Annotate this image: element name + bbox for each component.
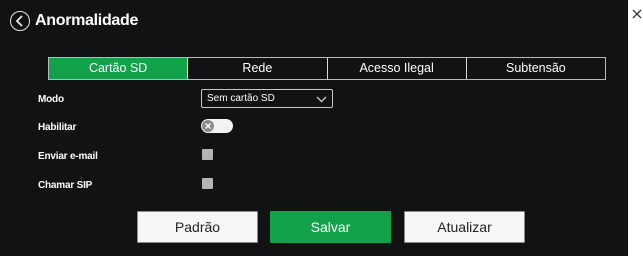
call-sip-label: Chamar SIP: [38, 180, 93, 191]
default-button[interactable]: Padrão: [137, 211, 258, 243]
send-email-label: Enviar e-mail: [38, 151, 98, 162]
toggle-knob: [202, 120, 214, 132]
enable-label: Habilitar: [38, 122, 77, 133]
tab-network[interactable]: Rede: [187, 58, 326, 79]
back-button[interactable]: [10, 11, 30, 31]
call-sip-checkbox[interactable]: [202, 178, 213, 189]
page-title: Anormalidade: [35, 12, 139, 29]
close-button[interactable]: [631, 7, 643, 19]
mode-select-value: Sem cartão SD: [207, 93, 275, 104]
mode-select[interactable]: Sem cartão SD: [201, 89, 333, 108]
close-icon: [632, 9, 642, 19]
save-button[interactable]: Salvar: [270, 211, 391, 243]
tab-bar: Cartão SD Rede Acesso Ilegal Subtensão: [48, 57, 606, 80]
chevron-down-icon: [316, 96, 327, 103]
refresh-button[interactable]: Atualizar: [404, 211, 525, 243]
tab-illegal-access[interactable]: Acesso Ilegal: [326, 58, 466, 79]
mode-label: Modo: [38, 94, 64, 105]
anomaly-panel: Anormalidade Cartão SD Rede Acesso Ilega…: [0, 0, 628, 256]
chevron-left-icon: [15, 15, 23, 27]
tab-undervoltage[interactable]: Subtensão: [465, 58, 605, 79]
tab-sd-card[interactable]: Cartão SD: [49, 58, 188, 79]
send-email-checkbox[interactable]: [202, 149, 213, 160]
header: Anormalidade: [0, 0, 628, 42]
close-icon: [205, 123, 211, 129]
enable-toggle[interactable]: [201, 119, 233, 133]
